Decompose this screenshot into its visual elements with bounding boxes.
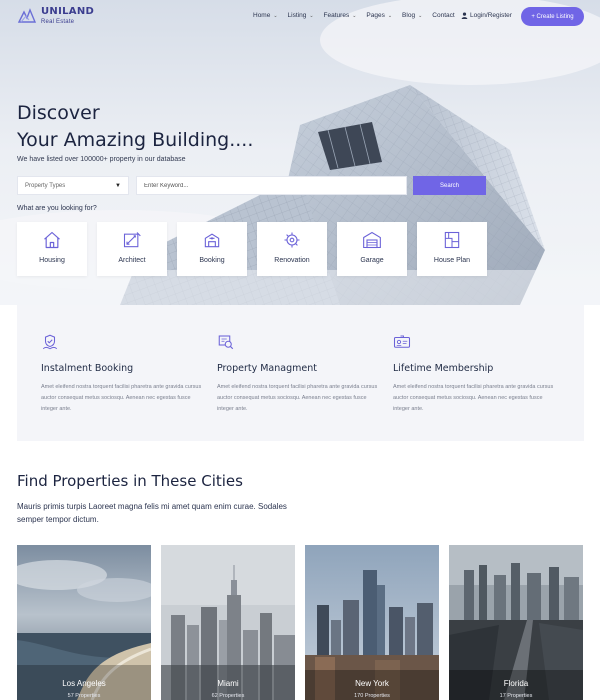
- city-card-los-angeles[interactable]: Los Angeles 57 Properties: [17, 545, 151, 700]
- cities-section-description: Mauris primis turpis Laoreet magna felis…: [17, 502, 287, 524]
- search-bar: Property Types ▼ Search: [17, 176, 486, 195]
- nav-item-blog[interactable]: Blog ⌄: [402, 12, 422, 19]
- nav-item-label: Home: [253, 12, 271, 19]
- hero-title-line-2: Your Amazing Building....: [17, 129, 254, 151]
- id-card-icon: [393, 335, 411, 348]
- drafting-icon: [123, 232, 141, 248]
- property-type-value: Property Types: [25, 182, 66, 189]
- category-label: Renovation: [274, 257, 310, 264]
- booking-icon: [204, 233, 220, 248]
- brand-logo[interactable]: UNILAND Real Estate: [17, 6, 94, 26]
- brand-tagline: Real Estate: [41, 19, 75, 25]
- city-card-florida[interactable]: Florida 17 Properties: [449, 545, 583, 700]
- nav-item-pages[interactable]: Pages ⌄: [366, 12, 392, 19]
- category-label: House Plan: [433, 257, 471, 264]
- category-label: Architect: [118, 257, 146, 264]
- create-listing-button[interactable]: + Create Listing: [521, 7, 584, 26]
- garage-icon: [363, 231, 381, 249]
- chevron-down-icon: ⌄: [418, 12, 423, 19]
- city-image: [305, 545, 439, 700]
- city-image: [17, 545, 151, 700]
- city-card-new-york[interactable]: New York 170 Properties: [305, 545, 439, 700]
- cities-section-title: Find Properties in These Cities: [17, 472, 243, 490]
- feature-description: Amet eleifend nostra torquent facilisi p…: [393, 384, 554, 412]
- chevron-down-icon: ⌄: [352, 12, 357, 19]
- property-search-icon: [218, 335, 234, 350]
- house-plan-icon: [444, 231, 460, 249]
- feature-title: Instalment Booking: [41, 363, 134, 374]
- renovation-icon: [284, 232, 300, 248]
- property-type-select[interactable]: Property Types ▼: [17, 176, 129, 195]
- category-label: Housing: [39, 257, 65, 264]
- hero-subtitle: We have listed over 100000+ property in …: [17, 156, 186, 163]
- city-card-list: Los Angeles 57 Properties Miami 62 Prope…: [17, 545, 593, 700]
- looking-for-label: What are you looking for?: [17, 205, 97, 212]
- login-label: Login/Register: [470, 12, 512, 19]
- nav-item-home[interactable]: Home ⌄: [253, 12, 278, 19]
- city-image: [161, 545, 295, 700]
- category-garage[interactable]: Garage: [337, 222, 407, 276]
- brand-name: UNILAND: [41, 6, 95, 17]
- keyword-input[interactable]: [136, 176, 407, 195]
- city-image: [449, 545, 583, 700]
- caret-down-icon: ▼: [115, 182, 121, 189]
- feature-title: Property Managment: [217, 363, 317, 374]
- hero-title: Discover Your Amazing Building....: [17, 100, 253, 154]
- city-property-count: 170 Properties: [354, 693, 390, 699]
- city-property-count: 17 Properties: [499, 693, 533, 699]
- house-icon: [44, 231, 60, 249]
- feature-description: Amet eleifend nostra torquent facilisi p…: [217, 384, 378, 412]
- city-name: Florida: [503, 679, 529, 688]
- city-property-count: 62 Properties: [211, 693, 245, 699]
- nav-item-label: Contact: [432, 12, 455, 19]
- logo-icon: [17, 8, 37, 23]
- chevron-down-icon: ⌄: [273, 12, 278, 19]
- city-property-count: 57 Properties: [67, 693, 101, 699]
- hand-shield-icon: [42, 334, 58, 350]
- category-booking[interactable]: Booking: [177, 222, 247, 276]
- chevron-down-icon: ⌄: [387, 12, 393, 19]
- nav-item-contact[interactable]: Contact: [432, 12, 454, 19]
- nav-item-label: Features: [323, 12, 350, 19]
- user-icon: [461, 12, 468, 19]
- category-house-plan[interactable]: House Plan: [417, 222, 487, 276]
- feature-description: Amet eleifend nostra torquent facilisi p…: [41, 384, 202, 412]
- category-housing[interactable]: Housing: [17, 222, 87, 276]
- category-label: Booking: [199, 257, 225, 264]
- city-card-miami[interactable]: Miami 62 Properties: [161, 545, 295, 700]
- chevron-down-icon: ⌄: [309, 12, 314, 19]
- search-button[interactable]: Search: [413, 176, 486, 195]
- main-nav: Home ⌄ Listing ⌄ Features ⌄ Pages ⌄ Blog ⌄ Co…: [253, 12, 465, 19]
- features-section: Instalment Booking Amet eleifend nostra …: [17, 305, 584, 441]
- category-list: Housing Architect Booking Renovation Gar…: [17, 222, 497, 276]
- nav-item-label: Blog: [402, 12, 416, 19]
- login-register-link[interactable]: Login/Register: [461, 12, 512, 19]
- nav-item-label: Pages: [366, 12, 385, 19]
- city-name: Los Angeles: [62, 679, 106, 688]
- nav-item-listing[interactable]: Listing ⌄: [288, 12, 314, 19]
- hero-title-line-1: Discover: [17, 102, 100, 124]
- city-name: New York: [355, 679, 389, 688]
- feature-title: Lifetime Membership: [393, 363, 494, 374]
- nav-item-features[interactable]: Features ⌄: [324, 12, 357, 19]
- city-name: Miami: [217, 679, 239, 688]
- nav-item-label: Listing: [287, 12, 307, 19]
- category-architect[interactable]: Architect: [97, 222, 167, 276]
- category-label: Garage: [360, 257, 384, 264]
- category-renovation[interactable]: Renovation: [257, 222, 327, 276]
